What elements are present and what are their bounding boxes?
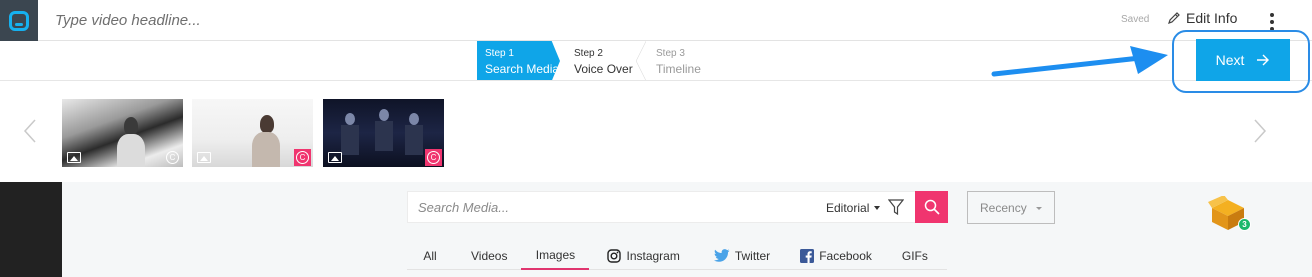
tab-label: Facebook: [819, 248, 872, 263]
copyright-icon[interactable]: C: [294, 149, 311, 166]
box-count-badge: 3: [1238, 218, 1251, 231]
image-type-icon: [328, 152, 342, 163]
tab-all[interactable]: All: [407, 242, 453, 269]
logo-icon: [9, 10, 29, 31]
facebook-icon: [800, 248, 815, 263]
media-search-panel: Editorial Recency 3 All Videos Ima: [0, 182, 1312, 277]
thumbnail-figure: [260, 115, 274, 133]
tab-label: All: [423, 248, 437, 263]
image-type-icon: [197, 152, 211, 163]
image-type-icon: [67, 152, 81, 163]
thumbnail-figure: [252, 132, 280, 167]
sort-select[interactable]: Recency: [967, 191, 1055, 224]
pencil-icon: [1168, 12, 1180, 24]
next-button[interactable]: Next: [1196, 39, 1290, 81]
tab-label: Twitter: [734, 248, 771, 263]
thumbnail-figure: [341, 125, 359, 155]
step-progress: Step 1 Search Media Step 2 Voice Over St…: [477, 41, 728, 81]
thumbnail-3[interactable]: C: [323, 99, 444, 167]
copyright-icon[interactable]: C: [425, 149, 442, 166]
thumbnail-figure: [375, 121, 393, 151]
thumbnail-figure: [117, 134, 145, 167]
tab-images[interactable]: Images: [521, 242, 590, 270]
step-label: Timeline: [656, 62, 701, 76]
thumbnail-figure: [124, 117, 138, 135]
tab-twitter[interactable]: Twitter: [702, 242, 782, 269]
step-number: Step 3: [656, 48, 685, 59]
search-input[interactable]: [418, 192, 788, 222]
headline-input[interactable]: [55, 9, 655, 31]
edit-info-button[interactable]: Edit Info: [1167, 10, 1237, 26]
chevron-right-icon[interactable]: [1250, 118, 1270, 144]
next-label: Next: [1215, 52, 1245, 68]
step-voice-over[interactable]: Step 2 Voice Over: [566, 41, 646, 81]
tab-instagram[interactable]: Instagram: [595, 242, 691, 269]
left-dark-strip: [0, 182, 62, 277]
tab-label: Videos: [471, 248, 508, 263]
tab-facebook[interactable]: Facebook: [788, 242, 884, 269]
step-number: Step 1: [485, 48, 514, 59]
search-icon: [924, 199, 940, 215]
source-select[interactable]: Editorial: [826, 201, 881, 215]
tab-label: Instagram: [626, 248, 680, 263]
thumbnail-2[interactable]: C: [192, 99, 313, 167]
thumbnail-figure: [405, 125, 423, 155]
search-bar: Editorial: [407, 191, 948, 223]
source-select-value: Editorial: [826, 201, 870, 215]
top-bar: Saved Edit Info: [0, 0, 1312, 41]
tab-videos[interactable]: Videos: [459, 242, 519, 269]
filter-icon[interactable]: [888, 199, 904, 216]
instagram-icon: [607, 248, 622, 263]
tab-gifs[interactable]: GIFs: [890, 242, 940, 269]
search-button[interactable]: [915, 191, 948, 223]
thumbnail-1[interactable]: C: [62, 99, 183, 167]
step-search-media[interactable]: Step 1 Search Media: [477, 41, 560, 81]
thumbnail-figure: [409, 113, 419, 125]
app-logo[interactable]: [0, 0, 38, 41]
step-label: Search Media: [485, 62, 560, 76]
saved-status: Saved: [1121, 14, 1150, 25]
media-type-tabs: All Videos Images Instagram Twitter Face…: [407, 242, 947, 270]
twitter-icon: [713, 249, 730, 262]
pointer-arrow-icon: [991, 46, 1168, 77]
tab-label: GIFs: [901, 248, 928, 263]
tab-label: Images: [535, 248, 576, 262]
chevron-left-icon[interactable]: [20, 118, 40, 144]
caret-down-icon: [1036, 207, 1042, 210]
step-timeline[interactable]: Step 3 Timeline: [648, 41, 728, 81]
arrow-right-icon: [1257, 54, 1270, 66]
step-label: Voice Over: [574, 62, 633, 76]
thumbnail-figure: [379, 109, 389, 121]
step-number: Step 2: [574, 48, 603, 59]
copyright-icon: C: [164, 149, 181, 166]
thumbnail-figure: [345, 113, 355, 125]
caret-down-icon: [874, 206, 881, 210]
sort-select-value: Recency: [980, 201, 1027, 215]
edit-info-label: Edit Info: [1186, 10, 1238, 26]
